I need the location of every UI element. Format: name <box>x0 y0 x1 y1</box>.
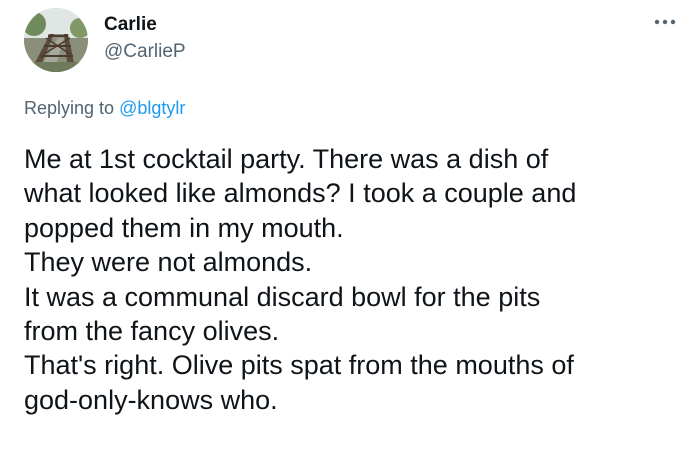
tweet: Carlie @CarlieP Replying to @blgtylr Me … <box>0 0 700 451</box>
bridge-photo-avatar-icon <box>24 8 88 72</box>
tweet-text-line: what looked like almonds? I took a coupl… <box>24 178 577 209</box>
tweet-text-line: from the fancy olives. <box>24 316 280 347</box>
more-options-button[interactable] <box>648 10 682 34</box>
more-options-icon <box>654 19 676 25</box>
tweet-text-line: Me at 1st cocktail party. There was a di… <box>24 144 549 174</box>
tweet-text-line: They were not almonds. <box>24 247 313 278</box>
replying-to-label: Replying to <box>24 98 120 118</box>
tweet-text-line: god-only-knows who. <box>24 384 278 415</box>
tweet-text-line: That's right. Olive pits spat from the m… <box>24 350 574 381</box>
tweet-text-line: It was a communal discard bowl for the p… <box>24 281 541 312</box>
replying-to: Replying to @blgtylr <box>24 96 185 120</box>
author-handle[interactable]: @CarlieP <box>104 40 186 64</box>
author-display-name[interactable]: Carlie <box>104 13 157 37</box>
reply-mention-link[interactable]: @blgtylr <box>119 98 185 118</box>
avatar[interactable] <box>24 8 88 72</box>
tweet-text: Me at 1st cocktail party. There was a di… <box>24 142 692 417</box>
tweet-text-line: popped them in my mouth. <box>24 212 344 243</box>
